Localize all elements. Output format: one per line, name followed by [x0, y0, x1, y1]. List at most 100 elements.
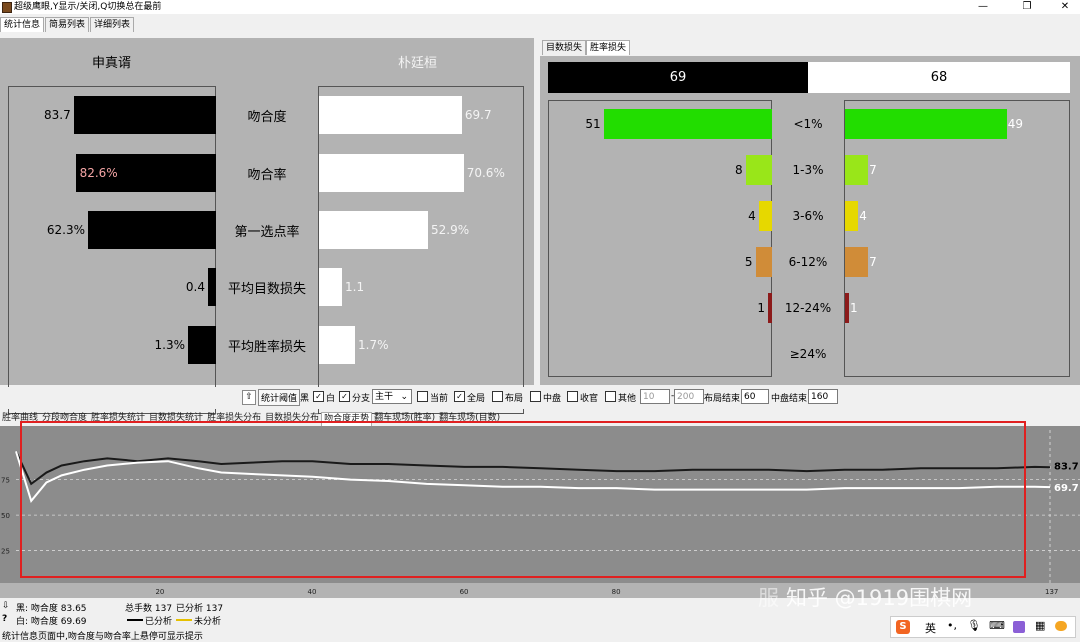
analyzed-legend: 已分析: [145, 617, 173, 627]
white-summary: 白: 吻合度 69.69: [16, 617, 87, 627]
white-bar: [319, 326, 355, 364]
category-label: 第一选点率: [234, 225, 300, 240]
white-loss-bar: [845, 109, 1007, 139]
restore-button[interactable]: ❐: [1014, 0, 1040, 14]
black-summary: 黑: 吻合度 83.65: [16, 604, 87, 614]
white-bar: [319, 154, 464, 192]
white-bar: [319, 211, 428, 249]
black-loss-bar: [603, 109, 772, 139]
white-loss-bar: [845, 247, 869, 277]
unanalyzed-legend-swatch: [176, 619, 192, 621]
minimize-button[interactable]: —: [970, 0, 996, 14]
branch-select[interactable]: 主干 ⌄: [372, 389, 412, 404]
skin-icon[interactable]: [1013, 621, 1025, 633]
tab-simple-list[interactable]: 简易列表: [45, 17, 90, 32]
white-value-label: 1.7%: [358, 338, 389, 352]
tab-score-loss[interactable]: 目数损失: [542, 40, 587, 55]
whole-checkbox[interactable]: ✓: [454, 391, 465, 402]
y-tick-label: 50: [1, 512, 10, 520]
black-loss-box: [548, 100, 772, 377]
tab-stats[interactable]: 统计信息: [0, 17, 45, 32]
current-label: 当前: [430, 394, 449, 404]
branch-label: 分支: [352, 394, 371, 404]
stats-panel: 申真谞 朴廷桓 83.7 吻合度 69.7 82.6% 吻合率 70.6% 62.3% 第一选…: [0, 38, 534, 414]
x-tick-label: 80: [612, 588, 621, 596]
x-tick-label: 20: [155, 588, 164, 596]
x-tick-label: 40: [308, 588, 317, 596]
tab-detail-list[interactable]: 详细列表: [90, 17, 135, 32]
black-loss-bar: [758, 201, 772, 231]
check-icon: ✓: [454, 391, 465, 402]
middle-end-label: 中盘结束: [771, 394, 808, 404]
branch-checkbox[interactable]: ✓: [339, 391, 350, 402]
opening-end-input[interactable]: 60: [741, 389, 769, 404]
loss-distribution: 69 68 51 <1% 49 8 1-3% 7 4 3-6% 4 5 6-12% 7 1 12-24% 1…: [540, 56, 1080, 385]
arrow-down-icon: ⇩: [2, 601, 10, 611]
loss-range-label: 3-6%: [792, 209, 824, 223]
watermark-faint: 服: [758, 586, 779, 610]
close-button[interactable]: ✕: [1052, 0, 1078, 14]
category-label: 吻合度: [247, 110, 287, 125]
other-checkbox[interactable]: [605, 391, 616, 404]
category-label: 平均目数损失: [227, 282, 306, 297]
range-to-input[interactable]: 200: [674, 389, 704, 404]
black-value-label: 1.3%: [154, 338, 186, 352]
white-value-label: 1.1: [345, 280, 365, 294]
loss-range-label: 12-24%: [784, 301, 832, 315]
help-icon[interactable]: ?: [2, 614, 7, 624]
check-icon: ✓: [313, 391, 324, 402]
loss-range-label: ≥24%: [789, 347, 827, 361]
expand-icon[interactable]: ⇧: [242, 390, 256, 405]
middle-end-input[interactable]: 160: [808, 389, 838, 404]
ime-language[interactable]: 英: [925, 620, 936, 636]
opening-checkbox[interactable]: [492, 391, 503, 404]
sogou-logo-icon[interactable]: S: [896, 620, 910, 634]
black-loss-count: 51: [585, 117, 601, 131]
loss-range-label: 1-3%: [792, 163, 824, 177]
other-label: 其他: [618, 394, 637, 404]
threshold-button[interactable]: 统计阈值: [258, 389, 301, 406]
white-loss-count: 49: [1007, 117, 1023, 131]
check-icon: ✓: [339, 391, 350, 402]
tools-icon[interactable]: [1055, 621, 1067, 631]
ime-toolbar[interactable]: S 英 •, 🎙 ⌨ ▦: [890, 616, 1076, 638]
loss-panel: 目数损失 胜率损失 69 68 51 <1% 49 8 1-3% 7 4 3-6% 4 5 6-12…: [540, 38, 1080, 385]
black-total-box: 69: [548, 62, 808, 93]
opening-label: 布局: [505, 394, 524, 404]
white-loss-count: 4: [859, 209, 867, 223]
keyboard-icon[interactable]: ⌨: [989, 619, 1005, 632]
microphone-icon[interactable]: 🎙: [967, 619, 981, 632]
range-from-input[interactable]: 10: [640, 389, 670, 404]
tab-winrate-loss[interactable]: 胜率损失: [586, 40, 631, 55]
grid-icon[interactable]: ▦: [1035, 619, 1045, 632]
black-end-label: 83.7: [1054, 461, 1079, 472]
black-checkbox[interactable]: ✓: [313, 391, 324, 402]
black-bar: [188, 326, 216, 364]
middle-checkbox[interactable]: [530, 391, 541, 404]
watermark-text: 知乎 @1919围棋网: [786, 586, 973, 610]
end-checkbox[interactable]: [567, 391, 578, 404]
white-loss-bar: [845, 155, 869, 185]
white-loss-bar: [845, 201, 859, 231]
black-loss-count: 5: [744, 255, 753, 269]
y-tick-label: 25: [1, 548, 10, 556]
chevron-down-icon: ⌄: [400, 392, 408, 402]
current-checkbox[interactable]: [417, 391, 428, 404]
window-title: 超级鹰眼,Y显示/关闭,Q切换总在最前: [14, 2, 162, 12]
end-label: 收官: [580, 394, 599, 404]
black-loss-bar: [745, 155, 772, 185]
black-value-label: 83.7: [44, 108, 71, 122]
title-bar: 超级鹰眼,Y显示/关闭,Q切换总在最前 — ❐ ✕: [0, 0, 1080, 14]
black-stats-box: [8, 86, 216, 414]
loss-range-label: <1%: [793, 117, 823, 131]
punctuation-icon[interactable]: •,: [947, 619, 957, 632]
white-loss-count: 1: [850, 301, 858, 315]
black-player-name: 申真谞: [92, 56, 132, 71]
x-tick-label: 60: [460, 588, 469, 596]
white-bar: [319, 96, 462, 134]
whole-label: 全局: [467, 394, 486, 404]
x-tick-label: 137: [1045, 588, 1058, 596]
black-bar: [88, 211, 216, 249]
black-loss-count: 1: [757, 301, 765, 315]
middle-label: 中盘: [543, 394, 562, 404]
